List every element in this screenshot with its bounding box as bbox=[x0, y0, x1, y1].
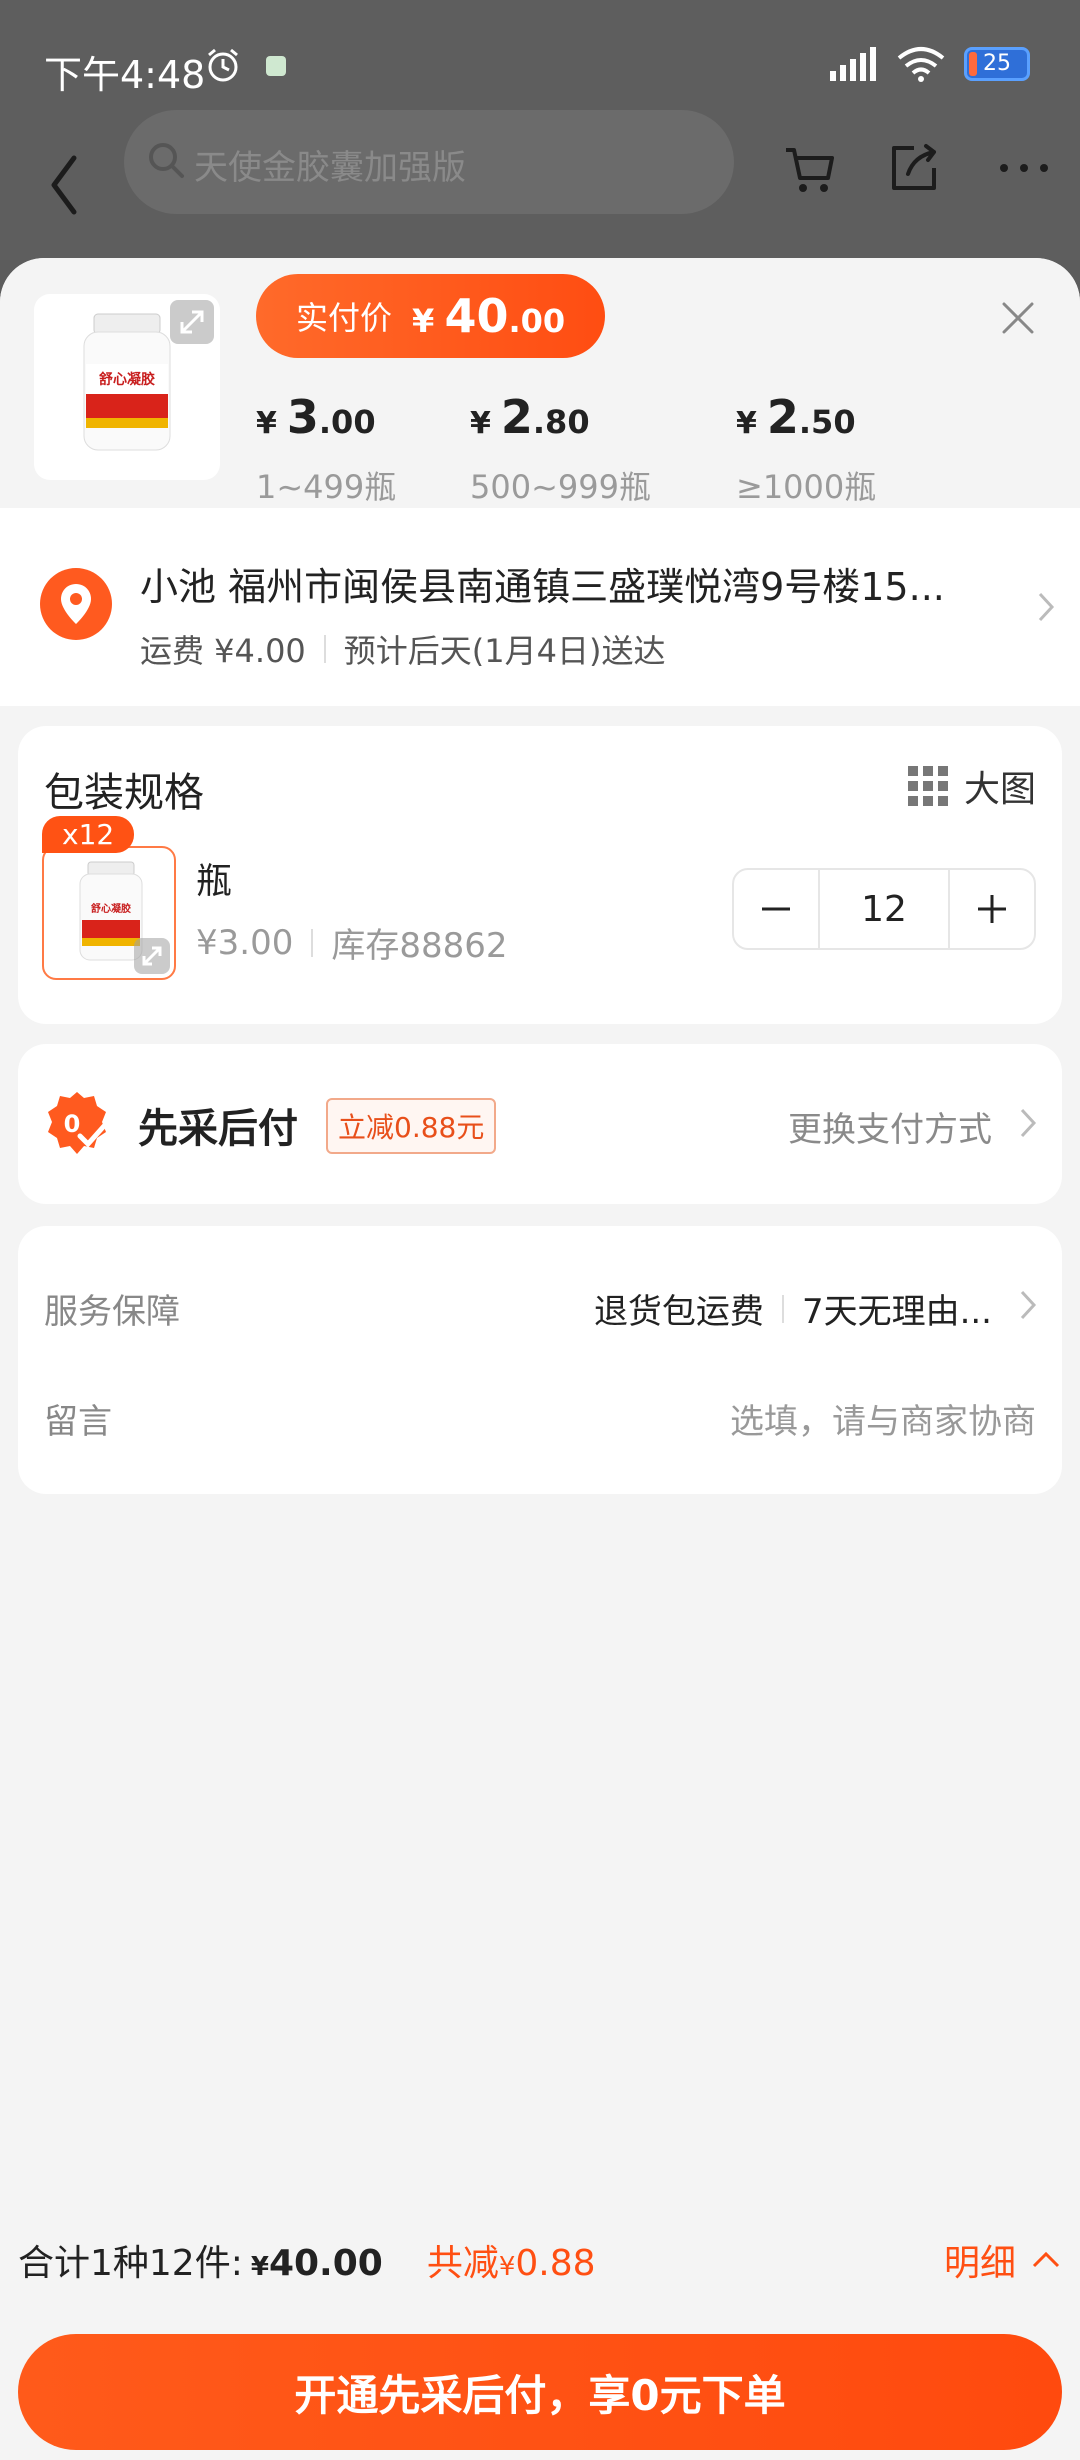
payment-title: 先采后付 bbox=[138, 1106, 298, 1152]
discount-total: 共减¥0.88 bbox=[427, 2234, 596, 2286]
discount-value: 0.88 bbox=[515, 2243, 596, 2284]
wifi-icon bbox=[897, 47, 945, 82]
increment-button[interactable] bbox=[950, 870, 1034, 948]
location-pin-icon bbox=[40, 568, 112, 640]
spec-name: 瓶 bbox=[196, 861, 233, 902]
price-tier: ¥2.50 ≥1000瓶 bbox=[736, 390, 876, 508]
back-arrow-icon[interactable] bbox=[40, 140, 100, 230]
divider bbox=[323, 635, 326, 663]
alarm-icon bbox=[208, 48, 238, 82]
tier-price-decimal: .80 bbox=[532, 403, 590, 441]
address-row[interactable]: 小池 福州市闽侯县南通镇三盛璞悦湾9号楼15... 运费 ¥4.00 预计后天(… bbox=[0, 508, 1080, 706]
tier-price-decimal: .50 bbox=[798, 403, 856, 441]
signal-icon bbox=[830, 47, 876, 81]
note-input[interactable]: 选填，请与商家协商 bbox=[730, 1394, 1036, 1443]
quantity-stepper: 12 bbox=[732, 868, 1036, 950]
search-placeholder: 天使金胶囊加强版 bbox=[194, 148, 466, 188]
tier-price: 3 bbox=[286, 390, 319, 444]
discount-label: 共减 bbox=[426, 2243, 499, 2284]
svg-text:舒心凝胶: 舒心凝胶 bbox=[91, 902, 131, 915]
price-tier: ¥3.00 1~499瓶 bbox=[256, 390, 396, 508]
tier-currency: ¥ bbox=[736, 406, 757, 441]
actual-price-pill: 实付价 ¥ 40.00 bbox=[256, 274, 606, 358]
notification-icon bbox=[266, 56, 286, 76]
shipping-fee: 运费 ¥4.00 bbox=[140, 632, 306, 670]
product-header: 舒心凝胶 实付价 ¥ 40.00 ¥3.00 1~499瓶 ¥2.80 500~… bbox=[0, 258, 1080, 508]
tier-currency: ¥ bbox=[470, 406, 491, 441]
more-icon[interactable] bbox=[994, 138, 1054, 198]
payment-card[interactable]: 0 先采后付 立减0.88元 更换支付方式 bbox=[18, 1044, 1062, 1204]
share-icon[interactable] bbox=[884, 138, 944, 198]
service-label: 服务保障 bbox=[44, 1292, 180, 1332]
tier-price-decimal: .00 bbox=[318, 403, 376, 441]
minus-icon bbox=[762, 907, 790, 911]
search-input[interactable]: 天使金胶囊加强版 bbox=[124, 110, 734, 214]
search-icon bbox=[149, 143, 184, 178]
close-icon[interactable] bbox=[996, 296, 1040, 340]
chevron-up-icon bbox=[1032, 2251, 1060, 2268]
detail-toggle[interactable]: 明细 bbox=[944, 2234, 1062, 2286]
actual-price-value: 40 bbox=[444, 289, 509, 343]
change-payment-link[interactable]: 更换支付方式 bbox=[788, 1102, 992, 1151]
service-item: 退货包运费 bbox=[593, 1292, 764, 1332]
order-summary: 合计1种12件: ¥40.00 共减¥0.88 bbox=[18, 2234, 596, 2286]
service-card: 服务保障 退货包运费 7天无理由... 留言 选填，请与商家协商 bbox=[18, 1226, 1062, 1494]
svg-text:0: 0 bbox=[64, 1110, 81, 1138]
quantity-badge: x12 bbox=[42, 816, 135, 853]
expand-icon[interactable] bbox=[170, 300, 214, 344]
price-tier: ¥2.80 500~999瓶 bbox=[470, 390, 651, 508]
payment-discount-badge: 立减0.88元 bbox=[326, 1098, 497, 1154]
spec-card: 包装规格 大图 舒心凝胶 x12 瓶 ¥3.00 库存88862 12 bbox=[18, 726, 1062, 1024]
tier-price: 2 bbox=[766, 390, 799, 444]
big-picture-label: 大图 bbox=[963, 769, 1036, 810]
submit-order-button[interactable]: 开通先采后付，享0元下单 bbox=[18, 2334, 1062, 2450]
tier-range: 500~999瓶 bbox=[470, 468, 651, 506]
plus-icon bbox=[978, 895, 1006, 923]
tier-range: ≥1000瓶 bbox=[736, 468, 877, 506]
service-item: 7天无理由... bbox=[801, 1292, 992, 1332]
spec-stock: 库存88862 bbox=[331, 926, 508, 966]
actual-price-currency: ¥ bbox=[412, 302, 435, 340]
chevron-right-icon bbox=[1020, 1290, 1037, 1320]
chevron-right-icon bbox=[1038, 592, 1055, 622]
shipping-info: 运费 ¥4.00 预计后天(1月4日)送达 bbox=[140, 626, 666, 672]
total-amount: ¥40.00 bbox=[251, 2243, 383, 2284]
address-text: 小池 福州市闽侯县南通镇三盛璞悦湾9号楼15... bbox=[140, 565, 945, 609]
spec-price: ¥3.00 bbox=[196, 922, 294, 963]
summary-label: 合计1种12件: bbox=[18, 2243, 243, 2284]
quantity-value[interactable]: 12 bbox=[818, 870, 950, 948]
grid-icon bbox=[907, 766, 948, 806]
expand-icon[interactable] bbox=[134, 938, 170, 974]
total-value: 40.00 bbox=[268, 2243, 383, 2284]
spec-title: 包装规格 bbox=[44, 770, 204, 816]
checkout-footer: 合计1种12件: ¥40.00 共减¥0.88 明细 开通先采后付，享0元下单 bbox=[0, 2212, 1080, 2460]
spec-thumbnail[interactable]: 舒心凝胶 bbox=[42, 846, 176, 980]
actual-price-decimal: .00 bbox=[508, 302, 566, 340]
spec-meta: ¥3.00 库存88862 bbox=[196, 918, 508, 967]
tier-range: 1~499瓶 bbox=[256, 468, 397, 506]
total-currency: ¥ bbox=[250, 2252, 269, 2282]
chevron-right-icon bbox=[1020, 1108, 1037, 1138]
discount-currency: ¥ bbox=[498, 2252, 516, 2282]
order-sheet: 舒心凝胶 实付价 ¥ 40.00 ¥3.00 1~499瓶 ¥2.80 500~… bbox=[0, 258, 1080, 2460]
tier-price: 2 bbox=[500, 390, 533, 444]
note-label: 留言 bbox=[44, 1402, 112, 1442]
tier-currency: ¥ bbox=[256, 406, 277, 441]
delivery-eta: 预计后天(1月4日)送达 bbox=[343, 632, 666, 670]
actual-price-label: 实付价 bbox=[296, 299, 393, 337]
product-thumbnail[interactable]: 舒心凝胶 bbox=[34, 294, 220, 480]
battery-icon: 25 bbox=[964, 47, 1030, 81]
svg-text:舒心凝胶: 舒心凝胶 bbox=[99, 371, 155, 388]
cart-icon[interactable] bbox=[780, 138, 840, 198]
service-guarantees[interactable]: 退货包运费 7天无理由... bbox=[594, 1284, 992, 1333]
detail-label: 明细 bbox=[943, 2243, 1016, 2284]
decrement-button[interactable] bbox=[734, 870, 818, 948]
divider bbox=[781, 1294, 784, 1323]
divider bbox=[311, 928, 314, 957]
status-time: 下午4:48 bbox=[44, 53, 206, 97]
pay-later-icon: 0 bbox=[48, 1092, 107, 1154]
big-picture-toggle[interactable]: 大图 bbox=[907, 760, 1036, 812]
